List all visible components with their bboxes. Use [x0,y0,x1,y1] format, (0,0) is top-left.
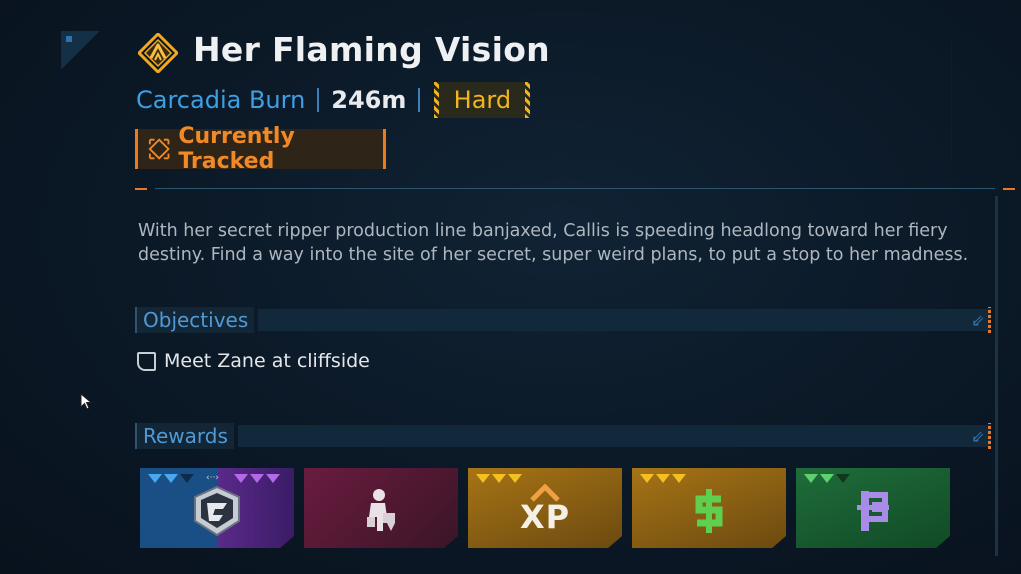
rarity-indicator [804,474,850,483]
rewards-list: ‹··› XP [140,468,950,548]
objective-item: Meet Zane at cliffside [137,350,370,372]
reward-card[interactable] [796,468,950,548]
cash-icon [695,489,723,533]
eridium-icon [857,491,889,531]
mission-distance: 246m [331,86,407,114]
rarity-indicator [476,474,522,483]
link-arrows-icon: ‹··› [206,473,219,483]
mission-location: Carcadia Burn [136,86,306,114]
rarity-indicator [234,474,280,483]
tracked-status-button[interactable]: Currently Tracked [135,124,386,174]
vault-hunter-emblem-icon [194,485,240,537]
objective-text: Meet Zane at cliffside [164,350,370,372]
mission-meta: Carcadia Burn 246m Hard [136,82,531,118]
objectives-header[interactable]: Objectives ⇙ [135,307,991,333]
reward-card[interactable] [632,468,786,548]
collapse-icon[interactable]: ⇙ [968,425,988,447]
difficulty-badge: Hard [434,82,531,118]
character-cosmetic-icon [367,489,395,531]
meta-separator [317,88,320,112]
objective-checkbox-icon [137,351,156,371]
mission-description: With her secret ripper production line b… [138,221,969,265]
mission-title: Her Flaming Vision [193,30,550,69]
rewards-header[interactable]: Rewards ⇙ [135,423,991,449]
rarity-indicator [148,474,194,483]
reward-card[interactable] [304,468,458,548]
background-decoration [951,40,1021,160]
objectives-title: Objectives [137,307,255,333]
mission-type-icon [138,33,178,73]
collapse-icon[interactable]: ⇙ [968,309,988,331]
corner-decoration [61,31,101,69]
reward-card[interactable]: ‹··› [140,468,294,548]
mouse-cursor-icon [80,393,93,410]
tracked-label: Currently Tracked [178,124,295,174]
rewards-title: Rewards [137,423,234,449]
rarity-indicator [640,474,686,483]
section-divider [135,188,1015,190]
tracked-target-icon [148,138,170,160]
reward-card[interactable]: XP [468,468,622,548]
meta-separator [418,88,421,112]
xp-icon: XP [519,498,571,536]
